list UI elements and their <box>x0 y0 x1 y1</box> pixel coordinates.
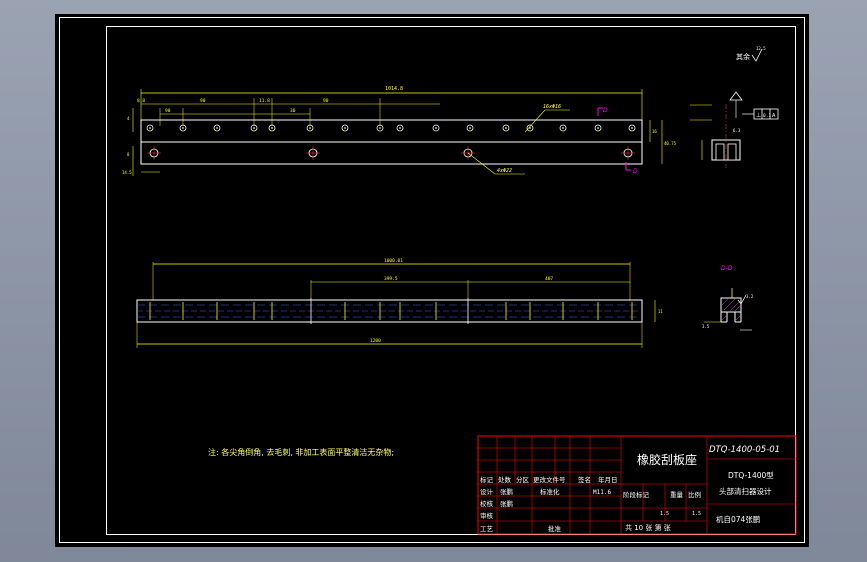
label-standardization: 标准化 <box>540 487 560 496</box>
label-stage: 阶段标记 <box>623 490 650 499</box>
assembly-line-1: DTQ-1400型 <box>728 471 774 480</box>
label-check: 校核 <box>480 499 494 508</box>
label-zone: 分区 <box>516 475 530 484</box>
scale-value-1: 1.5 <box>660 511 669 517</box>
roughness-small: 6.3 <box>733 128 741 133</box>
sheet-info: 共 10 张 第 张 <box>625 523 671 532</box>
detail-end-view: 其余 12.5 ⊥ 0.1 A 6.3 <box>690 46 779 168</box>
scale-value-2: 1.5 <box>692 511 701 517</box>
label-sign: 签名 <box>578 475 591 484</box>
top-view: 1014.8 8.8 90 90 11.8 30 90 4 8 14.5 16 … <box>122 86 677 176</box>
label-process: 工艺 <box>480 525 494 533</box>
dim-right-2: 40.75 <box>664 141 677 146</box>
dim-2: 90 <box>200 98 206 104</box>
dim-left-3: 14.5 <box>122 170 132 175</box>
part-name: 橡胶刮板座 <box>637 452 697 467</box>
checker-name: 张鹏 <box>500 499 514 508</box>
label-date: 年月日 <box>598 475 618 484</box>
note-holes-16: 16xΦ16 <box>543 104 561 110</box>
dim-3: 90 <box>165 108 171 114</box>
title-block: 橡胶刮板座 DTQ-1400-05-01 DTQ-1400型 头部清扫器设计 机… <box>477 435 797 535</box>
surface-note: 其余 <box>736 52 750 61</box>
surface-roughness: 12.5 <box>756 46 766 51</box>
label-count: 处数 <box>498 475 512 484</box>
cad-drawing: 1014.8 8.8 90 90 11.8 30 90 4 8 14.5 16 … <box>59 17 805 543</box>
section-roughness: 3.2 <box>746 294 754 299</box>
drawing-number: DTQ-1400-05-01 <box>709 445 780 455</box>
label-change-doc: 更改文件号 <box>533 475 566 484</box>
dim-front-mid-right: 407 <box>545 276 553 282</box>
front-view: 1000.01 399.5 407 1200 11 <box>136 258 663 348</box>
label-design: 设计 <box>480 487 494 496</box>
school-name: 机自074张鹏 <box>716 514 760 524</box>
dim-front-right: 11 <box>658 309 663 314</box>
dim-left-1: 4 <box>127 116 130 121</box>
dim-front-overall: 1200 <box>370 338 381 344</box>
note-holes-4: 4xΦ22 <box>497 168 512 174</box>
dim-5: 30 <box>290 108 296 114</box>
dim-overall-top: 1014.8 <box>385 86 403 92</box>
tol-symbol: ⊥ <box>756 112 761 119</box>
section-marker-top: D <box>603 107 608 114</box>
designer-name: 张鹏 <box>500 487 514 496</box>
dim-1: 8.8 <box>137 98 145 104</box>
dim-left-2: 8 <box>127 152 130 157</box>
dim-4: 11.8 <box>259 98 270 104</box>
section-view: D-D 3.2 3.5 <box>702 265 754 331</box>
label-scale: 比例 <box>688 490 701 499</box>
dim-front-top: 1000.01 <box>384 258 403 264</box>
dim-6: 90 <box>323 98 329 104</box>
label-review: 审核 <box>480 511 494 520</box>
section-marker-bottom: D <box>633 168 638 175</box>
tol-datum: A <box>772 113 776 119</box>
dim-right-1: 16 <box>652 129 657 134</box>
section-label: D-D <box>721 265 733 272</box>
dim-front-mid-left: 399.5 <box>384 276 398 282</box>
assembly-line-2: 头部清扫器设计 <box>719 486 772 496</box>
section-dim: 3.5 <box>702 324 710 329</box>
tol-value: 0.1 <box>763 113 771 119</box>
material-code: M11.6 <box>593 489 611 496</box>
technical-note: 注: 各尖角倒角, 去毛刺, 非加工表面平整清洁无杂物; <box>208 447 394 457</box>
label-mark: 标记 <box>480 475 494 484</box>
label-approve: 批准 <box>548 524 562 533</box>
label-weight: 重量 <box>670 491 684 499</box>
